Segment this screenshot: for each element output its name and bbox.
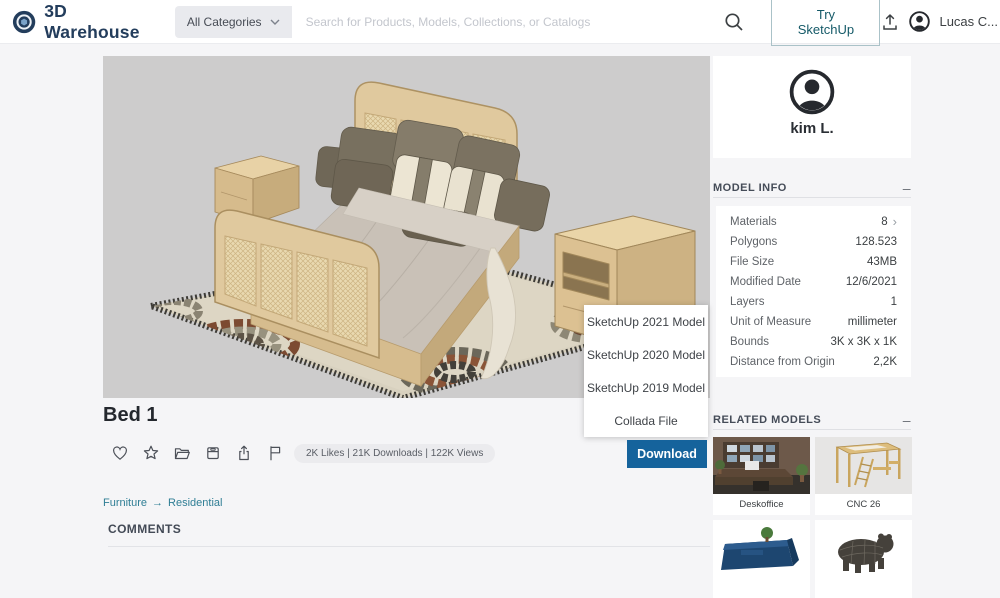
info-row-filesize: File Size 43MB xyxy=(716,252,911,272)
deskoffice-thumbnail xyxy=(713,437,810,494)
info-label: File Size xyxy=(730,256,775,268)
model-info-card: Materials 8 › Polygons 128.523 File Size… xyxy=(716,206,911,377)
info-value: 1 xyxy=(890,296,897,308)
search-button[interactable] xyxy=(723,11,745,33)
heart-icon xyxy=(112,446,128,460)
related-models-header[interactable]: RELATED MODELS – xyxy=(713,412,911,428)
related-model-4[interactable] xyxy=(815,520,912,598)
info-row-unit: Unit of Measure millimeter xyxy=(716,312,911,332)
upload-button[interactable] xyxy=(880,12,900,32)
categories-label: All Categories xyxy=(186,14,262,29)
info-row-layers: Layers 1 xyxy=(716,292,911,312)
info-label: Layers xyxy=(730,296,765,308)
page-title: Bed 1 xyxy=(103,404,158,426)
info-row-materials[interactable]: Materials 8 › xyxy=(716,211,911,232)
related-model-deskoffice[interactable]: Deskoffice xyxy=(713,437,810,515)
like-button[interactable] xyxy=(111,444,129,462)
author-card[interactable]: kim L. xyxy=(713,56,911,158)
info-value: 3K x 3K x 1K xyxy=(830,336,897,348)
download-option-2019[interactable]: SketchUp 2019 Model xyxy=(584,371,708,404)
categories-dropdown[interactable]: All Categories xyxy=(174,5,292,38)
info-label: Modified Date xyxy=(730,276,801,288)
related-model-3[interactable] xyxy=(713,520,810,598)
breadcrumb-residential[interactable]: Residential xyxy=(168,497,222,509)
info-row-distance: Distance from Origin 2,2K xyxy=(716,352,911,372)
search-input[interactable] xyxy=(291,5,716,38)
related-model-label xyxy=(713,577,810,598)
report-button[interactable] xyxy=(266,444,284,462)
info-label: Unit of Measure xyxy=(730,316,812,328)
download-button[interactable]: Download xyxy=(627,440,707,468)
related-model-label: CNC 26 xyxy=(846,499,881,510)
section-divider xyxy=(713,197,911,198)
breadcrumb-furniture[interactable]: Furniture xyxy=(103,497,147,509)
bear-thumbnail xyxy=(815,520,912,577)
breadcrumb-arrow-icon: → xyxy=(152,497,164,509)
minus-icon[interactable]: – xyxy=(903,180,911,196)
model-actions xyxy=(111,444,284,462)
chevron-down-icon xyxy=(270,19,280,25)
stats-badge: 2K Likes | 21K Downloads | 122K Views xyxy=(294,444,496,463)
info-label: Polygons xyxy=(730,236,778,248)
info-label: Bounds xyxy=(730,336,770,348)
brand-title: 3D Warehouse xyxy=(44,0,140,42)
add-to-collection-button[interactable] xyxy=(173,444,191,462)
share-icon xyxy=(239,445,249,461)
breadcrumb: Furniture → Residential xyxy=(103,497,222,509)
download-menu: SketchUp 2021 Model SketchUp 2020 Model … xyxy=(584,305,708,437)
try-sketchup-button[interactable]: Try SketchUp xyxy=(771,0,881,46)
avatar-icon xyxy=(909,11,931,32)
upload-icon xyxy=(883,13,898,30)
archive-icon xyxy=(207,447,219,460)
info-value: 2,2K xyxy=(873,356,897,368)
info-value: 8 xyxy=(881,215,888,228)
cnc26-thumbnail xyxy=(815,437,912,494)
related-model-label: Deskoffice xyxy=(739,499,784,510)
warehouse-logo-icon xyxy=(12,10,36,33)
section-divider xyxy=(713,429,911,430)
header-user-area: Lucas C... xyxy=(880,11,1000,32)
comments-header: COMMENTS xyxy=(108,522,182,536)
download-option-2020[interactable]: SketchUp 2020 Model xyxy=(584,338,708,371)
minus-icon[interactable]: – xyxy=(903,412,911,428)
related-model-cnc26[interactable]: CNC 26 xyxy=(815,437,912,515)
info-label: Materials xyxy=(730,215,777,228)
model-info-title: MODEL INFO xyxy=(713,182,787,194)
flag-icon xyxy=(270,446,281,461)
brand-logo[interactable]: 3D Warehouse xyxy=(12,1,159,43)
info-label: Distance from Origin xyxy=(730,356,835,368)
info-value: 43MB xyxy=(866,256,897,268)
info-value: 128.523 xyxy=(855,236,897,248)
folder-icon xyxy=(174,448,190,460)
model-info-header[interactable]: MODEL INFO – xyxy=(713,180,911,196)
info-row-bounds: Bounds 3K x 3K x 1K xyxy=(716,332,911,352)
download-option-2021[interactable]: SketchUp 2021 Model xyxy=(584,305,708,338)
chevron-right-icon: › xyxy=(892,214,897,229)
download-option-collada[interactable]: Collada File xyxy=(584,404,708,437)
comments-divider xyxy=(108,546,710,547)
info-row-modified: Modified Date 12/6/2021 xyxy=(716,272,911,292)
related-models-grid: Deskoffice CNC 26 xyxy=(713,437,912,598)
info-value: 12/6/2021 xyxy=(845,276,897,288)
favorite-button[interactable] xyxy=(142,444,160,462)
username-label[interactable]: Lucas C... xyxy=(939,14,998,29)
share-button[interactable] xyxy=(235,444,253,462)
related-models-title: RELATED MODELS xyxy=(713,414,822,426)
top-navbar: 3D Warehouse All Categories Try SketchUp xyxy=(0,0,1000,46)
author-name: kim L. xyxy=(790,120,834,137)
star-icon xyxy=(143,445,159,460)
related-model-label xyxy=(815,577,912,598)
reception-desk-thumbnail xyxy=(713,520,810,577)
info-value: millimeter xyxy=(847,316,897,328)
search-icon xyxy=(725,12,743,31)
archive-button[interactable] xyxy=(204,444,222,462)
info-row-polygons: Polygons 128.523 xyxy=(716,232,911,252)
author-avatar-icon xyxy=(789,69,835,115)
user-avatar-button[interactable] xyxy=(909,11,931,32)
